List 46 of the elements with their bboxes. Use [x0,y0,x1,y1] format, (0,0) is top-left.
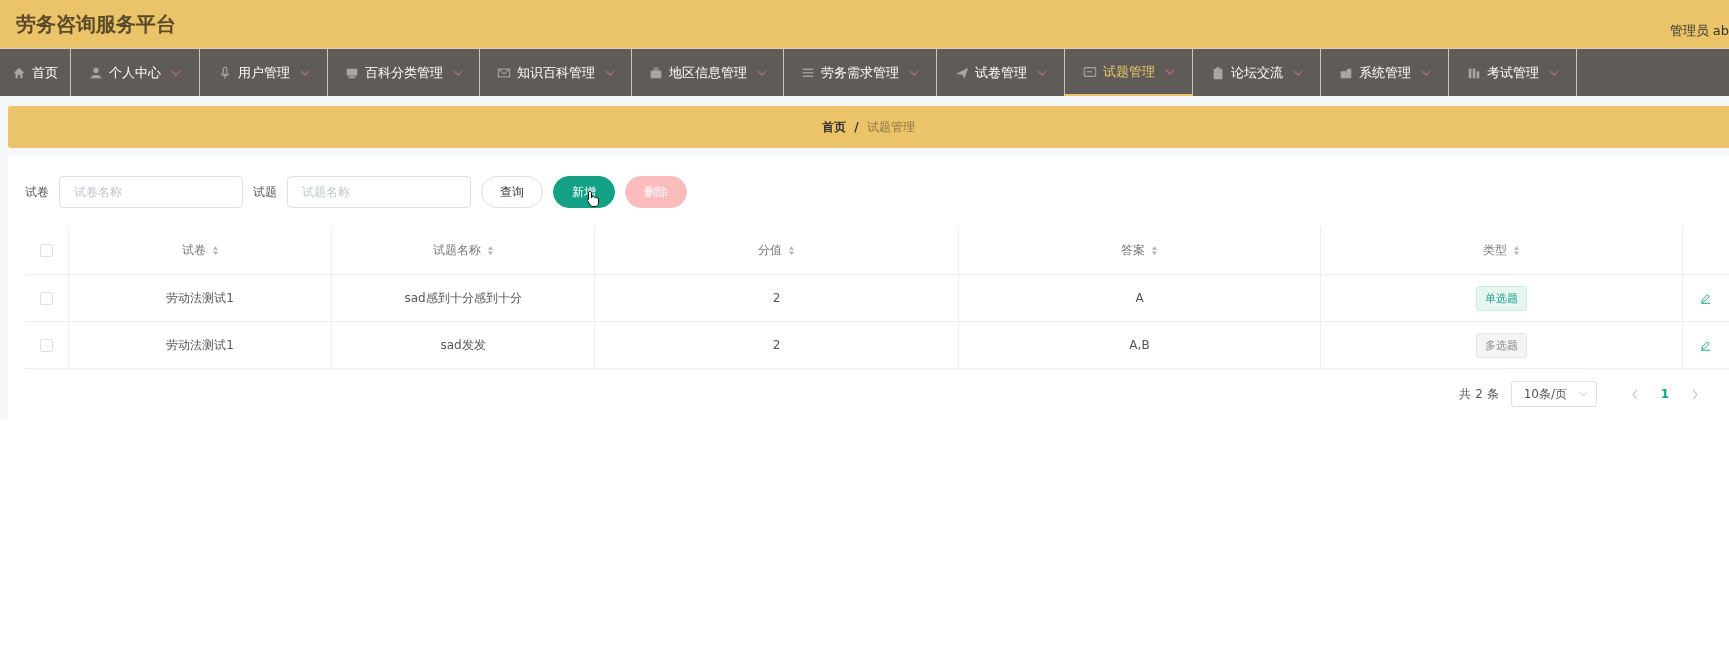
previous-page-icon[interactable] [1630,388,1639,400]
mail-icon [496,65,511,80]
field-label: 试题 [253,183,277,201]
sort-icon[interactable] [1151,244,1158,256]
edit-icon[interactable] [1700,339,1711,351]
table-cell: A [959,275,1321,321]
breadcrumb-separator: / [854,120,859,134]
sort-icon[interactable] [1513,244,1520,256]
column-header[interactable]: 答案 [959,226,1321,274]
table-cell: sad感到十分感到十分 [332,275,595,321]
user-icon [89,65,103,80]
query-button[interactable]: 查询 [481,176,543,208]
breadcrumb-item[interactable]: 首页 [822,118,847,136]
table-cell: 劳动法测试1 [69,322,332,368]
admin-user[interactable]: 管理员 ab [1669,8,1729,40]
sort-icon[interactable] [486,244,494,256]
next-page-icon[interactable] [1691,388,1699,400]
table-cell: 2 [595,275,959,321]
column-header[interactable]: 分值 [595,226,959,274]
row-checkbox[interactable] [40,338,53,352]
total-count: 共 2 条 [1459,385,1499,403]
briefcase-icon [648,65,663,80]
table-cell: A,B [959,322,1321,368]
row-checkbox[interactable] [40,291,53,305]
card-icon [1082,64,1097,79]
column-header[interactable]: 类型 [1321,226,1683,274]
plane-icon [954,65,969,80]
column-header[interactable]: 试题名称 [332,226,595,274]
home-icon [12,65,26,80]
field-label: 试卷 [25,183,49,201]
table-cell: 劳动法测试1 [69,275,332,321]
caret-icon [1578,391,1588,397]
page-size-select[interactable]: 10条/页 [1510,381,1597,407]
type-tag: 单选题 [1476,285,1527,311]
select-all-checkbox[interactable] [40,243,53,257]
edit-icon[interactable] [1700,292,1711,304]
table-cell: sad发发 [332,322,595,368]
sort-icon[interactable] [211,244,219,256]
breadcrumb-item: 试题管理 [866,118,915,136]
table-cell: 2 [595,322,959,368]
site-title: 劳务咨询服务平台 [15,10,176,38]
type-tag: 多选题 [1476,332,1527,358]
column-header[interactable]: 试卷 [69,226,332,274]
sort-icon[interactable] [788,244,795,256]
search-field[interactable]: 试卷名称 [59,176,243,208]
search-field[interactable]: 试题名称 [287,176,471,208]
